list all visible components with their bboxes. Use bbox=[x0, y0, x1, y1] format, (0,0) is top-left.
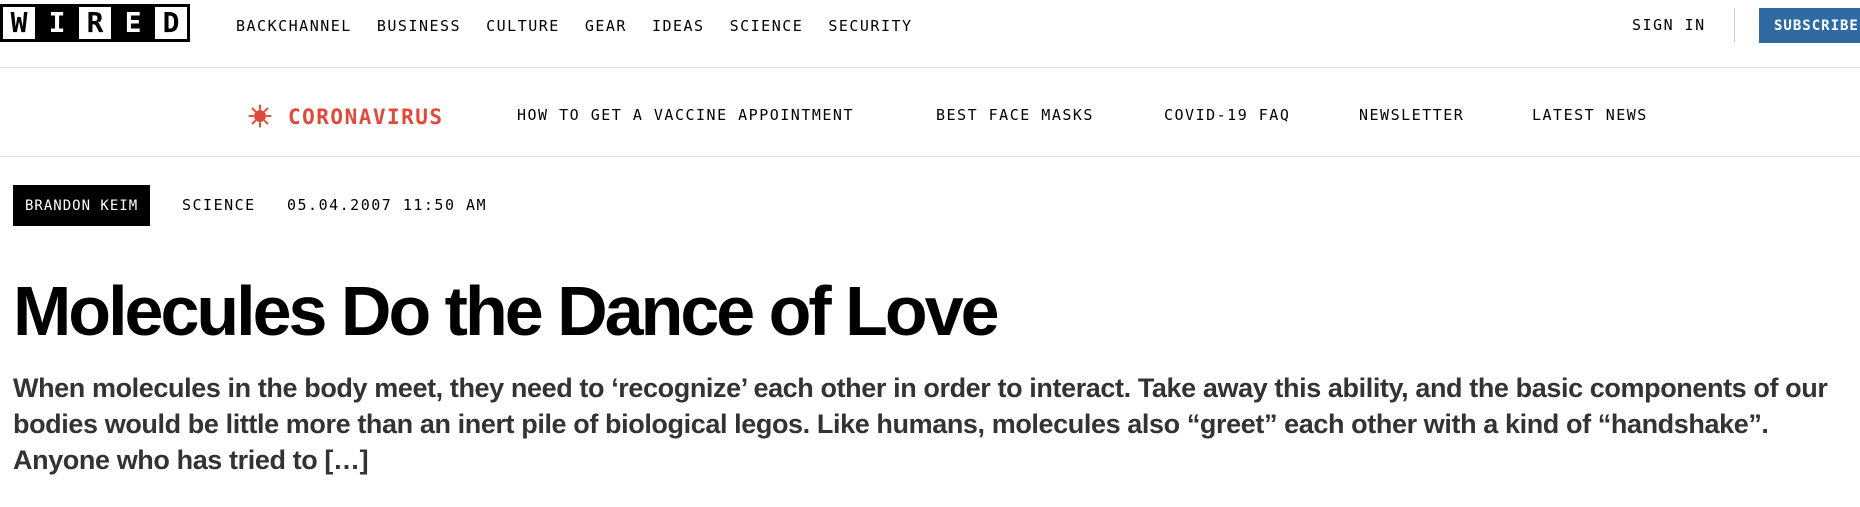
publish-date: 05.04.2007 11:50 AM bbox=[287, 196, 488, 214]
wired-logo[interactable]: W I R E D bbox=[0, 4, 190, 42]
nav-item-backchannel[interactable]: BACKCHANNEL bbox=[236, 17, 352, 35]
author-byline[interactable]: BRANDON KEIM bbox=[13, 185, 151, 226]
covid-link-vaccine-appointment[interactable]: HOW TO GET A VACCINE APPOINTMENT bbox=[517, 106, 854, 124]
covid-link-faq[interactable]: COVID-19 FAQ bbox=[1164, 106, 1290, 124]
top-navigation: W I R E D BACKCHANNEL BUSINESS CULTURE G… bbox=[0, 0, 1860, 68]
coronavirus-label[interactable]: CORONAVIRUS bbox=[288, 105, 444, 129]
article-dek: When molecules in the body meet, they ne… bbox=[13, 373, 1828, 475]
sign-in-link[interactable]: SIGN IN bbox=[1632, 16, 1706, 34]
nav-item-culture[interactable]: CULTURE bbox=[486, 17, 560, 35]
coronavirus-bar: CORONAVIRUS HOW TO GET A VACCINE APPOINT… bbox=[0, 68, 1860, 157]
logo-letter-e: E bbox=[114, 4, 152, 42]
subscribe-button[interactable]: SUBSCRIBE bbox=[1759, 8, 1860, 43]
main-nav: BACKCHANNEL BUSINESS CULTURE GEAR IDEAS … bbox=[236, 16, 938, 36]
article-headline: Molecules Do the Dance of Love bbox=[13, 272, 1000, 350]
nav-item-science[interactable]: SCIENCE bbox=[730, 17, 804, 35]
article-section[interactable]: SCIENCE bbox=[182, 196, 256, 214]
covid-link-latest-news[interactable]: LATEST NEWS bbox=[1532, 106, 1648, 124]
covid-link-face-masks[interactable]: BEST FACE MASKS bbox=[936, 106, 1094, 124]
logo-letter-r: R bbox=[76, 4, 114, 42]
nav-item-business[interactable]: BUSINESS bbox=[377, 17, 461, 35]
nav-item-gear[interactable]: GEAR bbox=[585, 17, 627, 35]
logo-letter-w: W bbox=[0, 4, 38, 42]
nav-divider bbox=[1734, 8, 1735, 42]
virus-icon bbox=[248, 104, 272, 128]
covid-link-newsletter[interactable]: NEWSLETTER bbox=[1359, 106, 1464, 124]
logo-letter-i: I bbox=[38, 4, 76, 42]
nav-item-security[interactable]: SECURITY bbox=[828, 17, 912, 35]
nav-item-ideas[interactable]: IDEAS bbox=[652, 17, 705, 35]
logo-letter-d: D bbox=[152, 4, 190, 42]
